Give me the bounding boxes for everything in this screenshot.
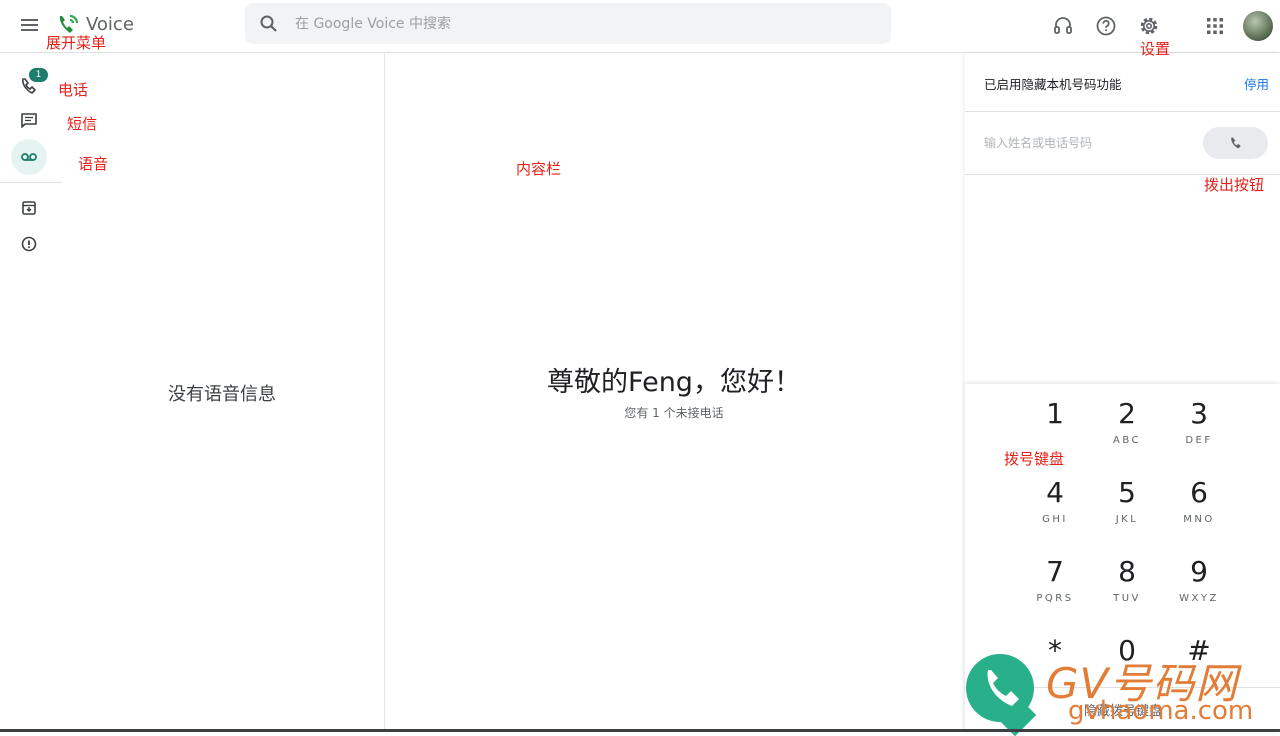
annotation-content: 内容栏 [516,160,562,178]
greeting-title: 尊敬的Feng，您好！ [547,367,801,398]
settings-icon [1140,17,1158,35]
key-letters: PQRS [1036,593,1074,604]
nav-messages[interactable] [11,103,47,139]
watermark-logo [966,654,1034,722]
key-7[interactable]: 7 PQRS [1020,555,1090,621]
support-button[interactable] [1050,13,1076,39]
key-6[interactable]: 6 MNO [1164,476,1234,542]
phone-icon [987,670,1019,706]
headset-icon [1054,17,1072,34]
key-letters: TUV [1113,593,1141,604]
key-letters: JKL [1115,514,1139,525]
missed-calls-text: 您有 1 个未接电话 [624,406,724,420]
annotation-messages: 短信 [67,115,98,133]
key-4[interactable]: 4 GHI [1020,476,1090,542]
calls-badge: 1 [29,68,48,82]
annotation-dial-button: 拨出按钮 [1204,176,1265,194]
key-letters: GHI [1042,514,1068,525]
nav-voicemail[interactable] [11,139,47,175]
hide-number-status: 已启用隐藏本机号码功能 [984,77,1122,92]
annotation-voicemail: 语音 [78,155,109,173]
key-digit: 4 [1046,476,1064,509]
spam-icon [21,236,37,252]
nav-spam[interactable] [11,226,47,262]
watermark-site: gvhaoma.com [1068,696,1254,726]
annotation-calls: 电话 [58,81,89,99]
key-digit: 8 [1118,555,1136,588]
search-icon[interactable] [259,14,279,34]
key-letters: MNO [1183,514,1215,525]
key-8[interactable]: 8 TUV [1092,555,1162,621]
help-button[interactable] [1093,13,1119,39]
message-icon [21,113,37,128]
key-5[interactable]: 5 JKL [1092,476,1162,542]
key-digit: 6 [1190,476,1208,509]
apps-button[interactable] [1202,13,1228,39]
annotation-keypad: 拨号键盘 [1004,450,1065,468]
empty-voicemail-text: 没有语音信息 [168,384,276,405]
settings-button[interactable] [1136,13,1162,39]
key-letters: WXYZ [1179,593,1219,604]
key-letters: DEF [1185,435,1213,446]
search-bar[interactable] [245,3,891,44]
key-digit: 2 [1118,397,1136,430]
key-letters: ABC [1112,435,1141,446]
help-icon [1096,16,1116,36]
dialer-input-divider [965,174,1280,175]
search-input[interactable] [293,3,873,44]
phone-icon [1230,137,1241,149]
key-digit: 7 [1046,555,1064,588]
annotation-menu: 展开菜单 [46,34,107,52]
dial-input[interactable] [982,127,1192,159]
key-digit: 9 [1190,555,1208,588]
voicemail-icon [21,153,37,161]
rail-divider [0,182,62,183]
apps-icon [1207,18,1223,34]
key-digit: 3 [1190,397,1208,430]
key-3[interactable]: 3 DEF [1164,397,1234,463]
account-avatar[interactable] [1243,11,1273,41]
dialer-divider [965,111,1280,112]
nav-archive[interactable] [11,190,47,226]
archive-icon [22,201,36,215]
key-digit: 5 [1118,476,1136,509]
key-9[interactable]: 9 WXYZ [1164,555,1234,621]
disable-hide-number-link[interactable]: 停用 [1244,74,1269,93]
menu-icon [21,19,38,31]
key-digit: 1 [1046,397,1064,430]
call-button[interactable] [1203,127,1268,159]
menu-button[interactable] [14,10,46,40]
key-2[interactable]: 2 ABC [1092,397,1162,463]
